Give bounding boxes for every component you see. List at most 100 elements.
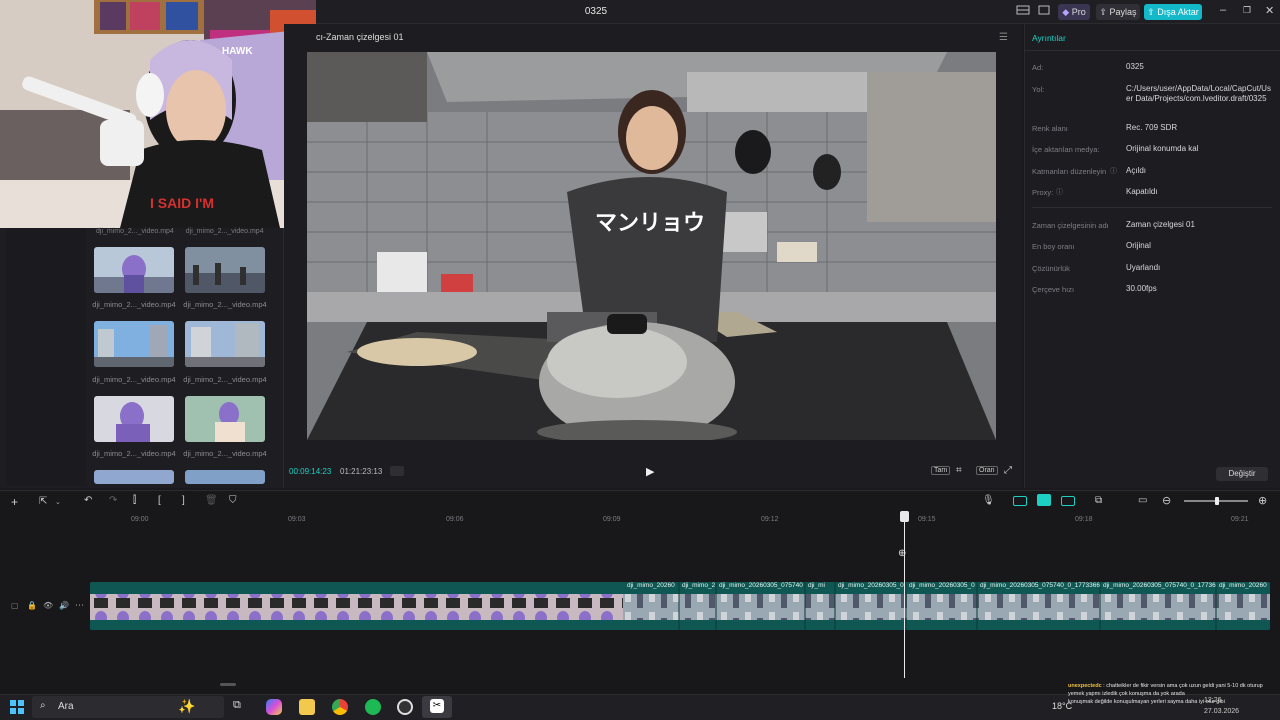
shortcut-icon[interactable] <box>1036 4 1052 20</box>
media-thumb[interactable] <box>94 470 174 484</box>
playhead-handle[interactable] <box>900 511 909 522</box>
add-icon[interactable]: + <box>11 495 18 509</box>
clip-name: dji_mimo_20260 <box>1219 582 1267 589</box>
media-thumb[interactable] <box>94 396 174 442</box>
ruler-tick: 09:21 <box>1231 516 1249 523</box>
magnet-icon[interactable] <box>1037 494 1051 506</box>
timeline-clip[interactable] <box>90 582 623 630</box>
speaker-icon[interactable]: 🔊 <box>59 601 69 610</box>
video-track[interactable]: dji_mimo_20260 dji_mimo_2 dji_mimo_20260… <box>90 582 1270 630</box>
export-button[interactable]: ⇧ Dışa Aktar <box>1144 4 1202 20</box>
chevron-down-icon[interactable]: ⌄ <box>55 498 61 506</box>
fullscreen-quality-button[interactable]: Tam <box>931 466 951 475</box>
pro-button[interactable]: ◆ Pro <box>1058 4 1090 20</box>
more-icon[interactable]: ⋯ <box>75 600 84 611</box>
split-icon[interactable]: ⫿ <box>133 495 136 506</box>
obs-icon[interactable] <box>397 699 413 715</box>
video-preview[interactable]: マンリョウ <box>307 52 996 440</box>
time-ruler[interactable]: 09:00 09:03 09:06 09:09 09:12 09:15 09:1… <box>90 512 1280 526</box>
clip-name: dji_mimo_20260305_075740_0_17736 <box>1103 582 1216 589</box>
clip-name: dji_mimo_20260 <box>627 582 675 589</box>
ruler-tick: 09:03 <box>288 516 306 523</box>
export-label: Dışa Aktar <box>1157 7 1199 17</box>
player-menu-icon[interactable]: ☰ <box>999 32 1008 43</box>
expand-icon[interactable]: ⤢ <box>1004 465 1012 476</box>
maximize-icon[interactable]: ❐ <box>1243 5 1251 16</box>
detail-value: Kapatıldı <box>1126 187 1158 196</box>
shirt-text: I SAID I'M <box>150 195 214 211</box>
media-thumb[interactable] <box>185 470 265 484</box>
trim-right-icon[interactable]: ] <box>182 495 185 506</box>
playhead-crosshair-icon: ⊕ <box>898 548 907 559</box>
ruler-tick: 09:12 <box>761 516 779 523</box>
preview-axis-icon[interactable]: ⧉ <box>1095 495 1102 506</box>
media-thumb[interactable] <box>185 396 265 442</box>
pro-label: Pro <box>1071 7 1086 17</box>
play-icon[interactable]: ▶ <box>646 465 654 478</box>
details-divider <box>1032 207 1272 208</box>
clip-name: dji_mimo_20260305_075740_0_1773366 <box>980 582 1100 589</box>
zoom-in-icon[interactable]: ⊕ <box>1258 494 1267 507</box>
copilot-icon[interactable] <box>266 699 282 715</box>
timecode-toggle-icon[interactable] <box>390 466 404 476</box>
timeline-scrollbar[interactable] <box>220 683 236 686</box>
detail-value: Zaman çizelgesi 01 <box>1126 220 1195 229</box>
zoom-out-icon[interactable]: ⊖ <box>1162 494 1171 507</box>
share-icon: ⇪ <box>1099 7 1107 17</box>
snap-icon[interactable] <box>1061 496 1075 506</box>
chrome-icon[interactable] <box>332 699 348 715</box>
sparkle-icon: ✨ <box>178 698 196 714</box>
poster-text: HAWK <box>222 46 253 57</box>
crop-icon[interactable]: ⌗ <box>956 465 962 476</box>
ratio-button[interactable]: Oran <box>976 466 998 475</box>
media-thumb[interactable] <box>94 247 174 293</box>
window-title: 0325 <box>584 6 608 17</box>
playhead[interactable] <box>904 512 905 678</box>
detail-value: 30.00fps <box>1126 284 1157 293</box>
info-icon[interactable]: ⓘ <box>1056 187 1063 197</box>
media-thumb[interactable] <box>94 321 174 367</box>
total-time: 01:21:23:13 <box>340 467 383 476</box>
thumb-label: dji_mimo_2..._video.mp4 <box>92 375 176 384</box>
capcut-icon: ✂ <box>430 699 444 713</box>
detail-label: Çerçeve hızı <box>1032 285 1075 294</box>
thumb-label: dji_mimo_2..._video.mp4 <box>96 228 174 235</box>
redo-icon[interactable]: ↷ <box>109 495 117 506</box>
shield-icon[interactable]: ⛉ <box>229 495 237 506</box>
detail-label: Zaman çizelgesinin adı <box>1032 221 1109 230</box>
detail-label: Ad: <box>1032 63 1044 72</box>
delete-icon[interactable]: 🗑 <box>205 495 218 506</box>
close-icon[interactable]: ✕ <box>1265 4 1274 17</box>
trim-left-icon[interactable]: [ <box>158 495 161 506</box>
undo-icon[interactable]: ↶ <box>84 495 92 506</box>
info-icon[interactable]: ⓘ <box>1110 166 1117 176</box>
lock-icon[interactable]: 🔒 <box>27 601 37 610</box>
select-tool-icon[interactable]: ⇱ <box>39 496 47 507</box>
task-view-icon[interactable]: ⧉ <box>233 699 249 715</box>
minimize-icon[interactable]: – <box>1220 4 1226 16</box>
timeline-clip-group[interactable] <box>623 582 1270 630</box>
change-button[interactable]: Değiştir <box>1216 467 1268 481</box>
taskbar-search[interactable]: ⌕ Ara ✨ <box>32 696 224 718</box>
clip-name: dji_mimo_20260305_075740 <box>719 582 803 589</box>
media-thumb[interactable] <box>185 321 265 367</box>
clip-name: dji_mimo_20260305_0 <box>838 582 904 589</box>
windows-start-icon[interactable] <box>10 700 24 717</box>
caption-icon[interactable]: ▭ <box>1138 495 1147 506</box>
microphone-icon[interactable]: 🎙 <box>982 495 995 506</box>
thumb-label: dji_mimo_2..._video.mp4 <box>92 449 176 458</box>
layout-icon[interactable] <box>1012 4 1034 20</box>
detail-label: Katmanları düzenleyin <box>1032 167 1107 176</box>
capcut-taskbar-button[interactable]: ✂ <box>422 696 452 718</box>
track-cover-icon[interactable]: ▢ <box>11 601 19 610</box>
thumb-label: dji_mimo_2..._video.mp4 <box>92 300 176 309</box>
zoom-slider-handle[interactable] <box>1215 497 1219 505</box>
clip-name: dji_mimo_20260305_0 <box>909 582 975 589</box>
spotify-icon[interactable] <box>365 699 381 715</box>
share-button[interactable]: ⇪ Paylaş <box>1096 4 1140 20</box>
media-thumb[interactable] <box>185 247 265 293</box>
eye-icon[interactable]: 👁 <box>43 601 53 610</box>
file-explorer-icon[interactable] <box>299 699 315 715</box>
link-icon[interactable] <box>1013 496 1027 506</box>
detail-label: Proxy: <box>1032 188 1054 197</box>
